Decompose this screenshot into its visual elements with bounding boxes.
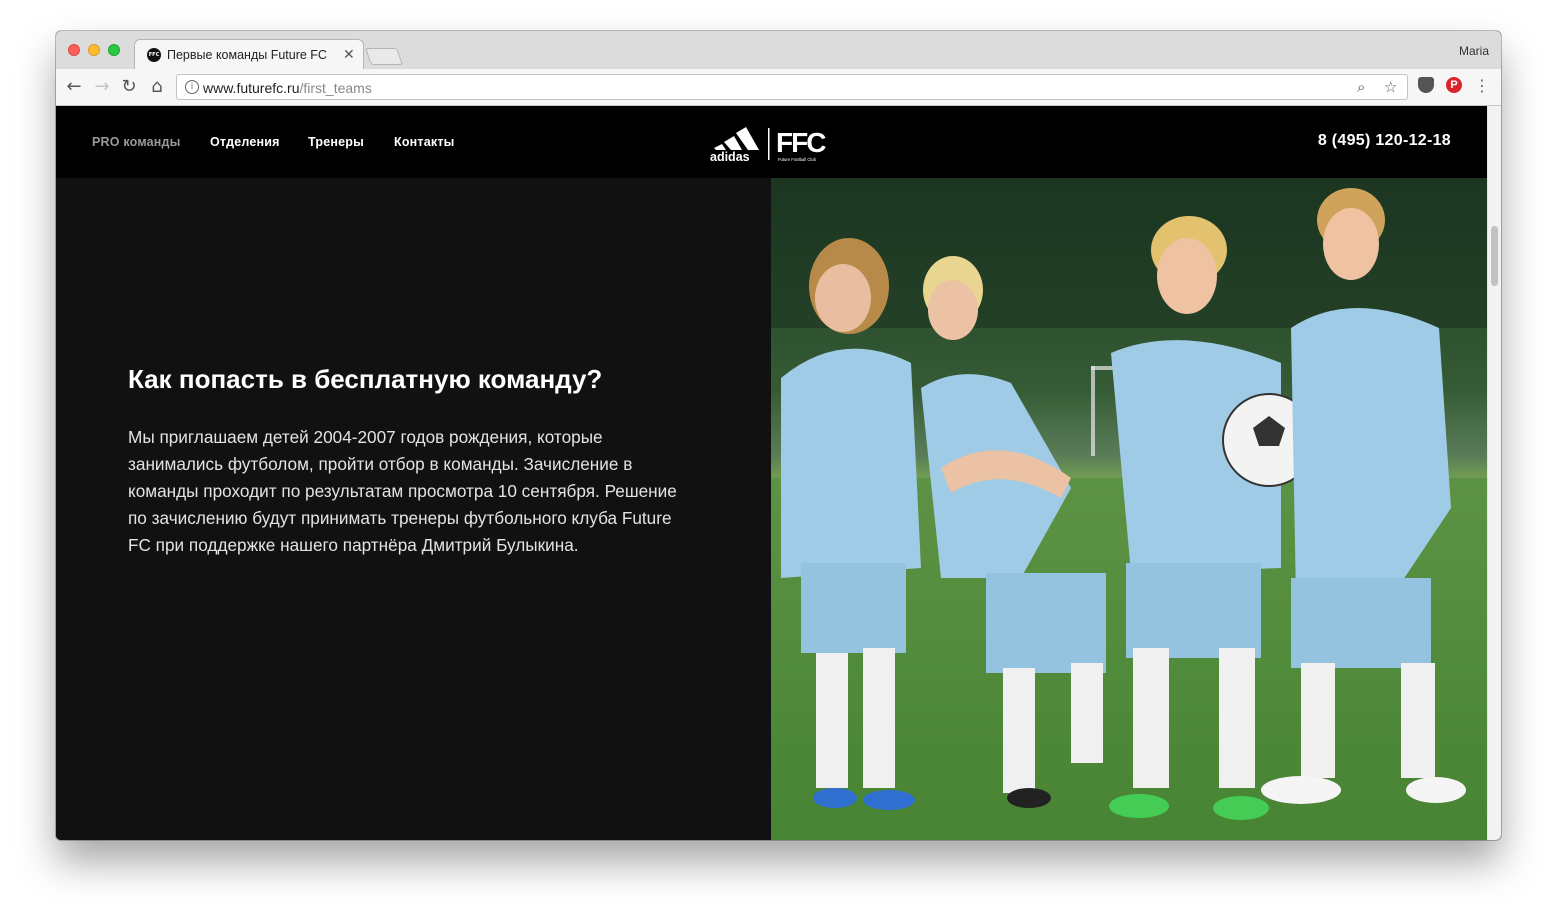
page-viewport: PRO команды Отделения Тренеры Контакты a… <box>56 106 1501 840</box>
logo-divider <box>768 128 770 160</box>
kids-football-photo <box>771 178 1487 840</box>
back-icon[interactable]: ← <box>64 77 84 97</box>
close-window-button[interactable] <box>68 44 80 56</box>
adidas-ffc-logo[interactable]: adidas FFC Future Football Club <box>710 124 835 164</box>
pocket-icon[interactable] <box>1418 77 1434 93</box>
url-text[interactable]: www.futurefc.ru/first_teams <box>203 80 372 96</box>
intro-paragraph: Мы приглашаем детей 2004-2007 годов рожд… <box>128 427 677 555</box>
maximize-window-button[interactable] <box>108 44 120 56</box>
nav-coaches[interactable]: Тренеры <box>308 135 364 149</box>
team-photo <box>771 178 1487 840</box>
menu-icon[interactable]: ⋮ <box>1474 76 1490 95</box>
url-path: /first_teams <box>299 80 372 96</box>
page-scrollbar[interactable] <box>1487 106 1501 840</box>
url-host: www.futurefc.ru <box>203 80 300 96</box>
ffc-favicon-icon: FFC <box>147 48 161 62</box>
new-tab-button[interactable] <box>364 48 404 65</box>
tab-close-icon[interactable]: ✕ <box>343 46 355 63</box>
ffc-wordmark: FFC <box>776 127 826 158</box>
browser-window: FFC Первые команды Future FC ✕ Maria ← →… <box>56 31 1501 840</box>
nav-pro-teams[interactable]: PRO команды <box>92 135 181 149</box>
tab-strip: FFC Первые команды Future FC ✕ Maria <box>56 31 1501 70</box>
site-header: PRO команды Отделения Тренеры Контакты a… <box>56 106 1487 178</box>
page-heading: Как попасть в бесплатную команду? <box>128 364 603 394</box>
adidas-wordmark: adidas <box>710 150 750 164</box>
address-bar[interactable]: i www.futurefc.ru/first_teams ⌕ ☆ <box>176 74 1408 100</box>
scrollbar-thumb[interactable] <box>1491 226 1498 286</box>
home-icon[interactable]: ⌂ <box>147 77 167 97</box>
adidas-logo-icon: adidas <box>710 127 759 164</box>
phone-number[interactable]: 8 (495) 120-12-18 <box>1318 132 1451 150</box>
star-icon[interactable]: ☆ <box>1384 78 1397 96</box>
forward-icon[interactable]: → <box>92 77 112 97</box>
profile-name[interactable]: Maria <box>1459 44 1489 58</box>
info-icon[interactable]: i <box>185 80 199 94</box>
zoom-icon[interactable]: ⌕ <box>1357 78 1365 96</box>
reload-icon[interactable]: ↻ <box>119 77 139 97</box>
minimize-window-button[interactable] <box>88 44 100 56</box>
nav-contacts[interactable]: Контакты <box>394 135 455 149</box>
nav-branches[interactable]: Отделения <box>210 135 280 149</box>
browser-tab[interactable]: FFC Первые команды Future FC ✕ <box>134 39 364 70</box>
tab-title: Первые команды Future FC <box>167 48 327 62</box>
ffc-subtitle: Future Football Club <box>778 157 817 162</box>
info-section: Как попасть в бесплатную команду? Мы при… <box>56 178 771 840</box>
browser-toolbar: ← → ↻ ⌂ i www.futurefc.ru/first_teams ⌕ … <box>56 69 1501 106</box>
pinterest-icon[interactable]: P <box>1446 77 1462 93</box>
